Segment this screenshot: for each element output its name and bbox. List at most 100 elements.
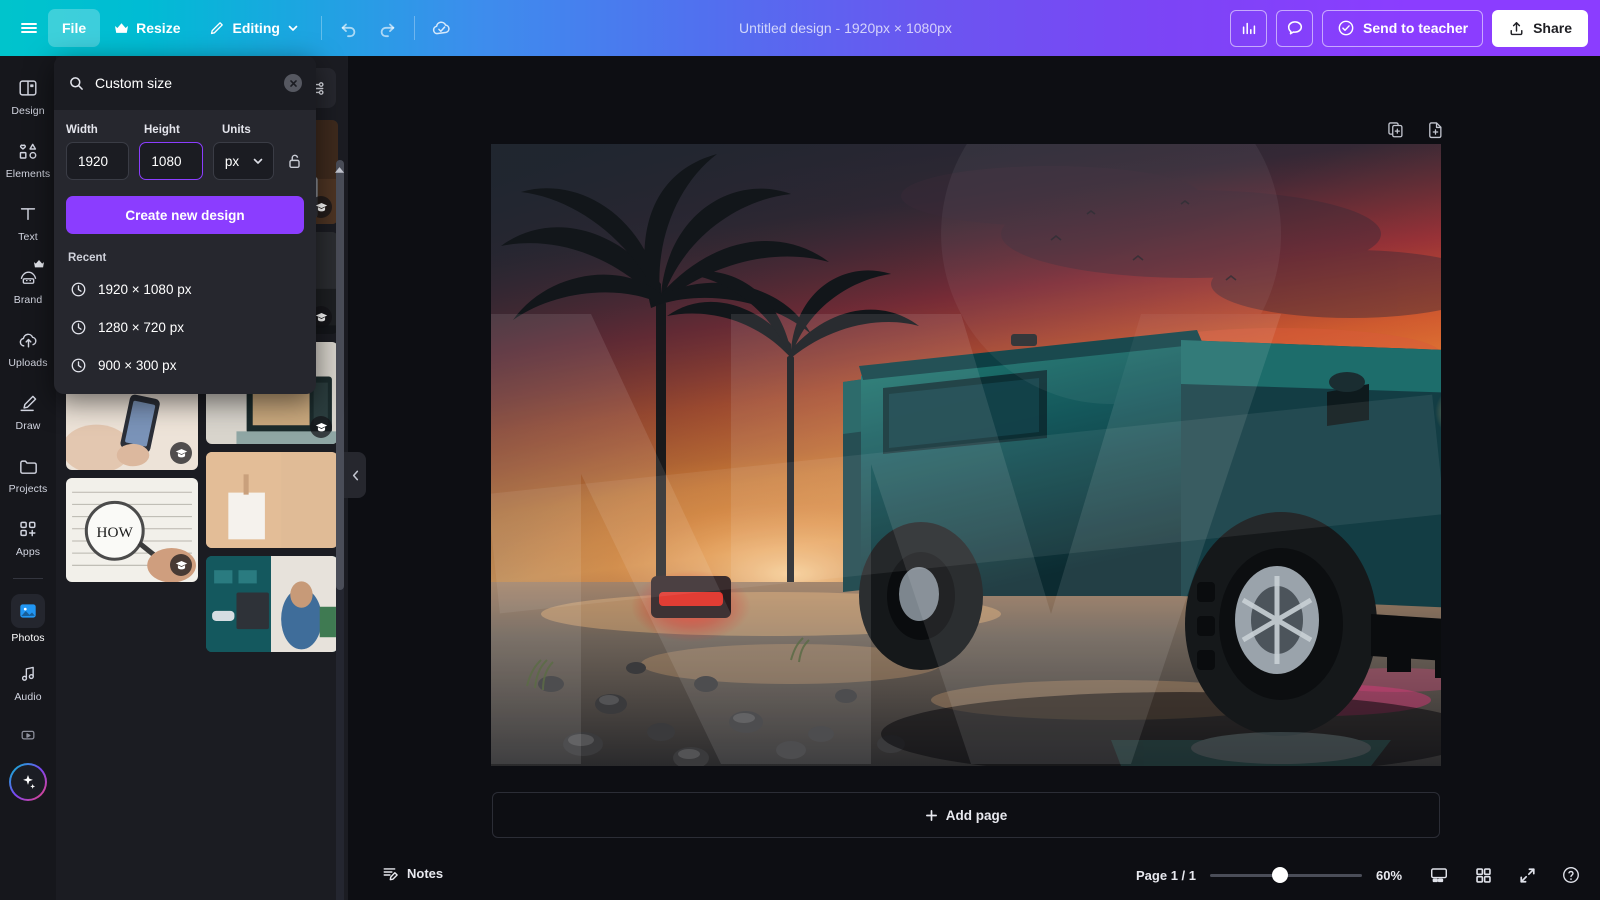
send-to-teacher-label: Send to teacher [1363, 20, 1469, 36]
width-label: Width [66, 124, 98, 136]
sidebar-label-elements: Elements [5, 168, 51, 180]
scrollbar-thumb[interactable] [336, 160, 344, 590]
height-input[interactable]: 1080 [139, 142, 203, 180]
zoom-percent: 60% [1376, 867, 1403, 883]
units-value: px [224, 153, 240, 169]
bar-chart-icon[interactable] [1230, 9, 1268, 47]
caret-up-icon[interactable] [334, 166, 345, 174]
photo-image [206, 452, 338, 548]
design-panels-icon [15, 75, 41, 101]
grid-view-icon[interactable] [1468, 860, 1498, 890]
editing-label: Editing [232, 20, 280, 36]
photo-thumbnail[interactable] [66, 382, 198, 470]
width-input[interactable]: 1920 [66, 142, 130, 180]
photo-image [206, 556, 338, 652]
check-circle-icon [1337, 19, 1355, 37]
clear-x-icon[interactable] [284, 74, 302, 92]
fullscreen-expand-icon[interactable] [1512, 860, 1542, 890]
photo-thumbnail[interactable]: HOW [66, 478, 198, 582]
left-nav-rail: Design Elements Text Brand Uploads Draw … [0, 56, 56, 900]
sidebar-item-apps[interactable]: Apps [2, 507, 54, 567]
resize-button[interactable]: Resize [100, 9, 194, 47]
search-icon [68, 75, 85, 92]
redo-icon[interactable] [368, 9, 406, 47]
dropdown-search-value: Custom size [95, 75, 173, 91]
cloud-saved-icon[interactable] [423, 9, 461, 47]
units-select[interactable]: px [212, 142, 275, 180]
clock-icon [70, 319, 87, 336]
sidebar-item-photos[interactable]: Photos [2, 589, 54, 649]
add-page-label: Add page [945, 807, 1008, 823]
sidebar-item-audio[interactable]: Audio [2, 652, 54, 712]
sidebar-label-uploads: Uploads [8, 357, 48, 369]
sidebar-item-draw[interactable]: Draw [2, 381, 54, 441]
share-button[interactable]: Share [1492, 9, 1588, 47]
unlock-aspect-ratio-icon[interactable] [284, 146, 304, 176]
cloud-upload-icon [15, 327, 41, 353]
sidebar-label-brand: Brand [13, 294, 43, 306]
sidebar-label-design: Design [11, 105, 45, 117]
photo-thumbnail[interactable] [206, 452, 338, 548]
custom-size-form: Width Height Units 1920 1080 px Create n… [54, 110, 316, 384]
editing-mode-button[interactable]: Editing [194, 9, 312, 47]
duplicate-page-icon[interactable] [1382, 116, 1408, 142]
sidebar-label-projects: Projects [8, 483, 48, 495]
artboard-image [491, 144, 1441, 766]
recent-size-item[interactable]: 900 × 300 px [66, 346, 304, 384]
zoom-slider[interactable] [1210, 866, 1362, 884]
share-label: Share [1533, 20, 1572, 36]
recent-size-item[interactable]: 1280 × 720 px [66, 308, 304, 346]
recent-size-item[interactable]: 1920 × 1080 px [66, 270, 304, 308]
create-new-design-button[interactable]: Create new design [66, 196, 304, 234]
artboard[interactable] [491, 144, 1441, 766]
sidebar-item-uploads[interactable]: Uploads [2, 318, 54, 378]
recent-size-label: 1920 × 1080 px [98, 281, 192, 297]
shapes-icon [15, 138, 41, 164]
brand-stamp-icon [15, 260, 44, 290]
recent-size-label: 1280 × 720 px [98, 319, 184, 335]
undo-icon[interactable] [330, 9, 368, 47]
recent-heading: Recent [68, 252, 107, 264]
size-field-labels: Width Height Units [66, 124, 304, 136]
sidebar-item-design[interactable]: Design [2, 66, 54, 126]
notes-button[interactable]: Notes [372, 856, 453, 890]
folder-icon [15, 453, 41, 479]
document-title[interactable]: Untitled design - 1920px × 1080px [729, 14, 962, 42]
toolbar-divider-2 [413, 16, 415, 40]
add-page-icon[interactable] [1422, 116, 1448, 142]
file-menu-button[interactable]: File [48, 9, 101, 47]
sidebar-item-text[interactable]: Text [2, 192, 54, 252]
graduation-cap-icon [310, 416, 332, 438]
zoom-knob[interactable] [1272, 867, 1288, 883]
collapse-panel-button[interactable] [344, 452, 366, 498]
video-play-icon[interactable] [12, 719, 44, 751]
canva-editor-window: File Resize Editing Untitled design - 19… [0, 0, 1600, 900]
presentation-view-icon[interactable] [1424, 860, 1454, 890]
crown-icon [33, 259, 45, 269]
photos-panel-scrollbar[interactable] [336, 160, 344, 900]
toolbar-right-group: Send to teacher Share [1230, 9, 1588, 47]
send-to-teacher-button[interactable]: Send to teacher [1322, 9, 1484, 47]
photo-thumbnail[interactable] [206, 556, 338, 652]
toolbar-divider-1 [320, 16, 322, 40]
height-value: 1080 [151, 153, 182, 169]
help-question-icon[interactable] [1556, 860, 1586, 890]
svg-text:HOW: HOW [97, 524, 134, 541]
sidebar-item-brand[interactable]: Brand [2, 255, 54, 315]
add-page-button[interactable]: Add page [492, 792, 1440, 838]
sidebar-item-elements[interactable]: Elements [2, 129, 54, 189]
sidebar-label-draw: Draw [15, 420, 41, 432]
sidebar-item-projects[interactable]: Projects [2, 444, 54, 504]
create-new-design-label: Create new design [125, 207, 245, 223]
magic-sparkle-icon[interactable] [9, 763, 47, 801]
text-t-icon [15, 201, 41, 227]
crown-icon [114, 22, 129, 35]
sidebar-label-photos: Photos [11, 632, 45, 644]
graduation-cap-icon [170, 442, 192, 464]
chevron-down-icon [252, 155, 264, 167]
dropdown-search-field[interactable]: Custom size [54, 56, 316, 110]
comment-bubble-icon[interactable] [1276, 9, 1314, 47]
hamburger-menu-icon[interactable] [10, 9, 48, 47]
top-toolbar: File Resize Editing Untitled design - 19… [0, 0, 1600, 56]
sidebar-label-audio: Audio [14, 691, 42, 703]
